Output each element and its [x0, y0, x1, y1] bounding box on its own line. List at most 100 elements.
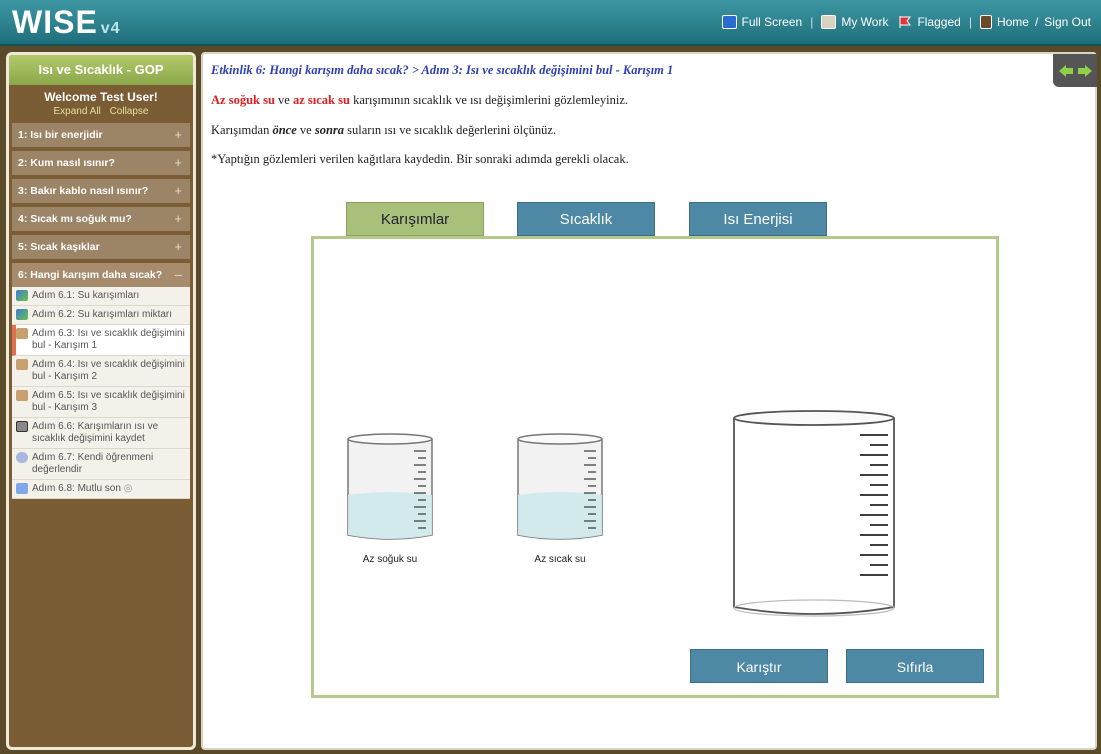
home-door-icon — [979, 15, 992, 29]
cold-water-beaker[interactable] — [344, 433, 436, 543]
step-status-icon: ◎ — [123, 483, 133, 494]
reflection-icon — [16, 452, 28, 463]
step-6-4[interactable]: Adım 6.4: Isı ve sıcaklık değişimini bul… — [12, 356, 190, 387]
project-title: Isı ve Sıcaklık - GOP — [9, 55, 193, 85]
expand-toggle[interactable]: + — [174, 123, 182, 147]
step-title: Etkinlik 6: Hangi karışım daha sıcak? > … — [211, 63, 674, 77]
activity-label: 1: Isı bir enerjidir — [18, 129, 103, 141]
flag-icon — [899, 16, 912, 28]
collapse-toggle[interactable]: – — [175, 263, 182, 287]
mixing-beaker[interactable] — [730, 409, 898, 619]
cold-water-label: Az soğuk su — [362, 554, 418, 565]
conjunction: ve — [274, 93, 293, 107]
hot-water-beaker[interactable] — [514, 433, 606, 543]
hot-water-text: az sıcak su — [292, 93, 350, 107]
instruction-line-2: Karışımdan önce ve sonra suların ısı ve … — [211, 123, 556, 138]
full-screen-link[interactable]: Full Screen — [721, 15, 803, 29]
step-label: Adım 6.7: Kendi öğrenmeni değerlendir — [32, 452, 154, 475]
before-emphasis: önce — [272, 123, 297, 137]
step-label: Adım 6.8: Mutlu son — [32, 483, 121, 494]
tab-sicaklik[interactable]: Sıcaklık — [517, 202, 655, 236]
home-link[interactable]: Home — [979, 15, 1029, 29]
top-nav: Full Screen | My Work Flagged | Home / S… — [721, 15, 1091, 29]
activity-3[interactable]: 3: Bakır kablo nasıl ısınır? + — [12, 179, 190, 203]
step-content-panel: Etkinlik 6: Hangi karışım daha sıcak? > … — [201, 52, 1097, 750]
previous-step-arrow-icon[interactable] — [1058, 63, 1074, 79]
step-label: Adım 6.3: Isı ve sıcaklık değişimini bul… — [32, 328, 185, 351]
nav-separator: | — [810, 15, 814, 29]
expand-collapse-links: Expand All Collapse — [9, 106, 193, 117]
collapse-link[interactable]: Collapse — [110, 106, 149, 117]
my-work-label: My Work — [841, 15, 889, 29]
simulation-icon — [16, 390, 28, 401]
cold-water-text: Az soğuk su — [211, 93, 275, 107]
activity-1[interactable]: 1: Isı bir enerjidir + — [12, 123, 190, 147]
version-label: v4 — [100, 20, 121, 37]
hot-water-label: Az sıcak su — [534, 554, 586, 565]
tab-karisimlar[interactable]: Karışımlar — [346, 202, 484, 236]
simulation-area: Az soğuk su Az sıcak su Karıştır Sıfırla — [311, 236, 999, 698]
nav-separator: | — [968, 15, 972, 29]
mix-button[interactable]: Karıştır — [690, 649, 828, 683]
activity-label: 2: Kum nasıl ısınır? — [18, 157, 115, 169]
navigation-sidebar: Isı ve Sıcaklık - GOP Welcome Test User!… — [6, 52, 196, 750]
step-nav-arrows — [1053, 54, 1097, 87]
full-screen-label: Full Screen — [741, 15, 803, 29]
activity-label: 3: Bakır kablo nasıl ısınır? — [18, 185, 149, 197]
home-label: Home — [996, 15, 1029, 29]
instruction-rest: karışımının sıcaklık ve ısı değişimlerin… — [349, 93, 629, 107]
step-6-1[interactable]: Adım 6.1: Su karışımları — [12, 287, 190, 306]
instruction-pre: Karışımdan — [211, 123, 273, 137]
home-signout-separator: / — [1034, 15, 1039, 29]
annotator-icon — [16, 290, 28, 301]
full-screen-icon — [721, 15, 737, 29]
simulation-icon — [16, 359, 28, 370]
flagged-link[interactable]: Flagged — [898, 15, 961, 29]
activity-4[interactable]: 4: Sıcak mı soğuk mu? + — [12, 207, 190, 231]
logo-text: WISE — [12, 4, 98, 40]
activity-2[interactable]: 2: Kum nasıl ısınır? + — [12, 151, 190, 175]
welcome-message: Welcome Test User! — [44, 90, 158, 104]
activity-label: 5: Sıcak kaşıklar — [18, 241, 100, 253]
expand-toggle[interactable]: + — [174, 235, 182, 259]
expand-toggle[interactable]: + — [174, 207, 182, 231]
activity-label: 4: Sıcak mı soğuk mu? — [18, 213, 132, 225]
step-list: Adım 6.1: Su karışımları Adım 6.2: Su ka… — [12, 287, 190, 499]
step-label: Adım 6.4: Isı ve sıcaklık değişimini bul… — [32, 359, 185, 382]
expand-all-link[interactable]: Expand All — [54, 106, 101, 117]
activity-5[interactable]: 5: Sıcak kaşıklar + — [12, 235, 190, 259]
my-work-link[interactable]: My Work — [821, 15, 888, 29]
conjunction: ve — [296, 123, 315, 137]
step-label: Adım 6.2: Su karışımları miktarı — [32, 309, 173, 320]
step-6-6[interactable]: Adım 6.6: Karışımların ısı ve sıcaklık d… — [12, 418, 190, 449]
flagged-label: Flagged — [917, 15, 961, 29]
simulation-icon — [16, 328, 28, 339]
step-label: Adım 6.6: Karışımların ısı ve sıcaklık d… — [32, 421, 159, 444]
my-work-icon — [821, 15, 837, 29]
instruction-line-3: *Yaptığın gözlemleri verilen kağıtlara k… — [211, 152, 629, 166]
wise-logo: WISE v4 — [12, 4, 121, 41]
instruction-rest: suların ısı ve sıcaklık değerlerini ölçü… — [344, 123, 557, 137]
expand-toggle[interactable]: + — [174, 179, 182, 203]
step-6-5[interactable]: Adım 6.5: Isı ve sıcaklık değişimini bul… — [12, 387, 190, 418]
step-label: Adım 6.1: Su karışımları — [32, 290, 140, 301]
instruction-line-1: Az soğuk su ve az sıcak su karışımının s… — [211, 93, 628, 108]
table-icon — [16, 421, 28, 432]
activity-label: 6: Hangi karışım daha sıcak? — [18, 269, 163, 281]
step-6-3[interactable]: Adım 6.3: Isı ve sıcaklık değişimini bul… — [12, 325, 190, 356]
network-icon — [16, 483, 28, 494]
step-6-2[interactable]: Adım 6.2: Su karışımları miktarı — [12, 306, 190, 325]
next-step-arrow-icon[interactable] — [1077, 63, 1093, 79]
tab-isi-enerjisi[interactable]: Isı Enerjisi — [689, 202, 827, 236]
top-bar: WISE v4 Full Screen | My Work Flagged | H… — [0, 0, 1101, 46]
after-emphasis: sonra — [314, 123, 345, 137]
sign-out-link[interactable]: Sign Out — [1044, 15, 1091, 29]
activity-6[interactable]: 6: Hangi karışım daha sıcak? – — [12, 263, 190, 287]
step-label: Adım 6.5: Isı ve sıcaklık değişimini bul… — [32, 390, 185, 413]
reset-button[interactable]: Sıfırla — [846, 649, 984, 683]
annotator-icon — [16, 309, 28, 320]
step-6-7[interactable]: Adım 6.7: Kendi öğrenmeni değerlendir — [12, 449, 190, 480]
step-6-8[interactable]: Adım 6.8: Mutlu son ◎ — [12, 480, 190, 499]
expand-toggle[interactable]: + — [174, 151, 182, 175]
sign-out-label: Sign Out — [1044, 15, 1091, 29]
